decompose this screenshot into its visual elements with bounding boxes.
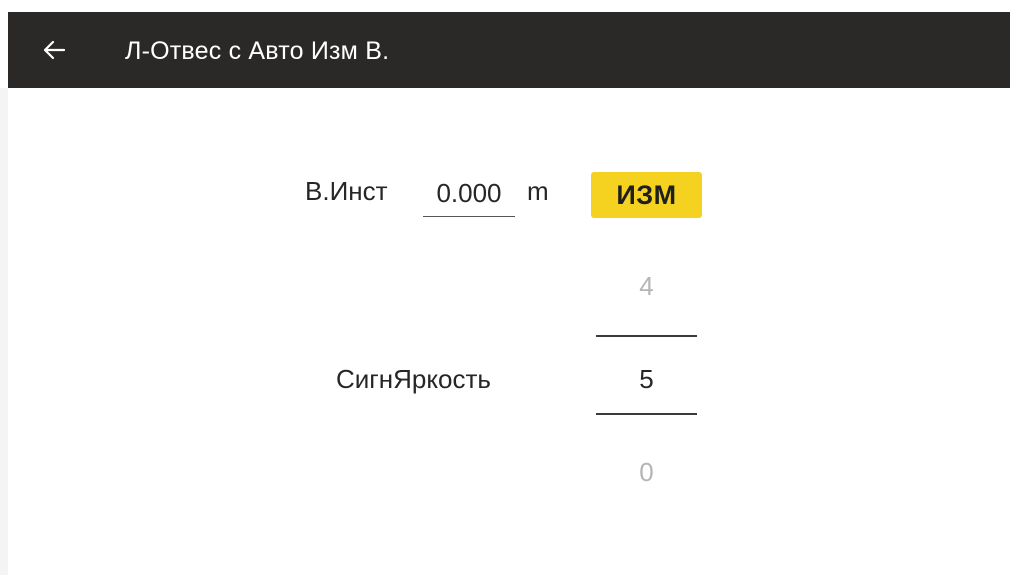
page-title: Л-Отвес с Авто Изм В.: [125, 37, 390, 65]
picker-divider-bottom: [596, 413, 697, 415]
back-button[interactable]: [36, 32, 72, 68]
picker-current-value[interactable]: 5: [596, 364, 697, 395]
instrument-height-unit: m: [527, 176, 549, 206]
picker-next-value[interactable]: 0: [596, 457, 697, 488]
picker-prev-value[interactable]: 4: [596, 271, 697, 302]
left-edge: [0, 88, 8, 575]
brightness-number-picker[interactable]: 4 5 0: [596, 258, 697, 508]
toolbar: Л-Отвес с Авто Изм В.: [8, 12, 1010, 88]
picker-divider-top: [596, 335, 697, 337]
signal-brightness-label: СигнЯркость: [336, 364, 491, 394]
instrument-height-input[interactable]: [423, 170, 515, 217]
app-screen: Л-Отвес с Авто Изм В. В.Инст m ИЗМ СигнЯ…: [0, 0, 1010, 575]
measure-button[interactable]: ИЗМ: [591, 172, 702, 218]
arrow-left-icon: [43, 40, 66, 60]
instrument-height-label: В.Инст: [305, 176, 388, 206]
main-content: [8, 88, 1010, 575]
